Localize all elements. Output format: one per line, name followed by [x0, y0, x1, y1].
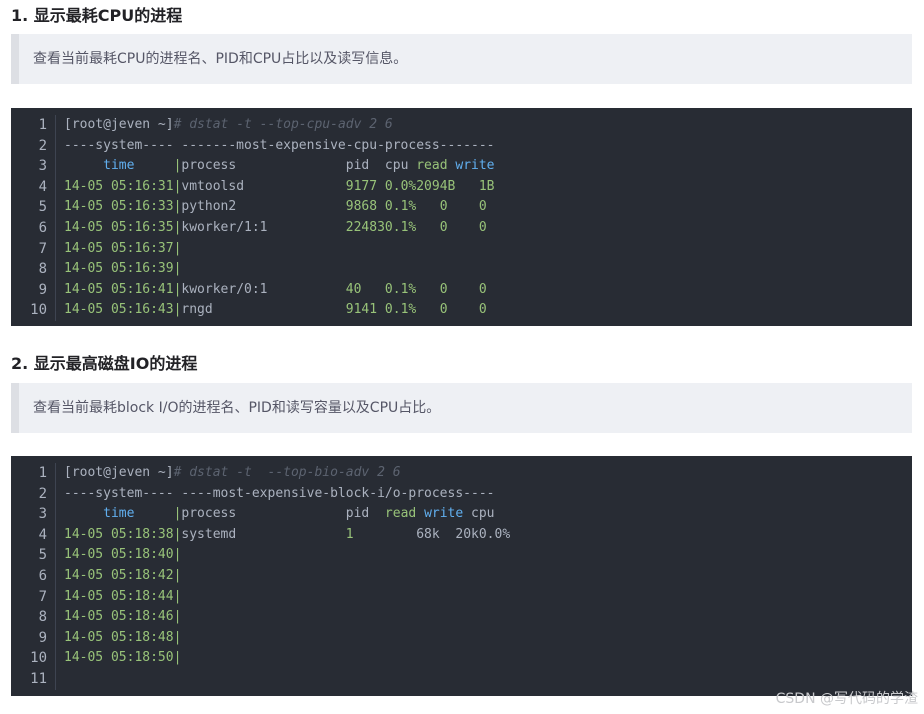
code-line: 5 14-05 05:16:33 | python2 9868 0.1% 0 0	[11, 197, 912, 218]
cell-pid: 9868	[345, 199, 385, 215]
line-number: 5	[38, 199, 47, 216]
section1-description: 查看当前最耗CPU的进程名、PID和CPU占比以及读写信息。	[11, 34, 912, 84]
line-number: 2	[38, 485, 47, 502]
line-number: 8	[38, 609, 47, 626]
cell-process: vmtoolsd	[181, 178, 346, 194]
cell-cpu: 0.0%	[384, 178, 417, 194]
code-line: 7 14-05 05:18:44 |	[11, 586, 912, 608]
code-line: 4 14-05 05:18:38 | systemd 1 68k 20k 0.0%	[11, 524, 912, 546]
line-number: 3	[38, 506, 47, 523]
cell-write: 0	[455, 219, 487, 235]
code-line: 6 14-05 05:16:35 | kworker/1:1 22483 0.1% 0 …	[11, 217, 912, 239]
watermark: CSDN @写代码的学渣	[775, 691, 918, 707]
code-line: 6 14-05 05:18:42 |	[11, 565, 912, 587]
code-line: 11	[11, 668, 912, 690]
cell-time: 14-05 05:18:44	[64, 588, 174, 604]
code-line: 8 14-05 05:16:39 |	[11, 259, 912, 280]
cell-time: 14-05 05:18:42	[64, 567, 174, 583]
cell-write: 0	[455, 281, 487, 297]
cell-read: 0	[416, 199, 456, 215]
line-number: 5	[38, 547, 47, 564]
cell-pid: 40	[345, 281, 385, 297]
line-number: 7	[38, 588, 47, 605]
cell-time: 14-05 05:16:43	[64, 302, 174, 318]
code-line: 3 time | process pid cpu read write	[11, 156, 912, 177]
line-number: 6	[38, 219, 47, 236]
cell-time: 14-05 05:16:39	[64, 261, 174, 277]
cell-cpu: 0.1%	[384, 302, 417, 318]
line-number: 1	[38, 117, 47, 133]
cell-cpu: 0.1%	[384, 199, 417, 215]
cell-process: kworker/0:1	[181, 281, 346, 297]
line-number: 10	[30, 302, 47, 319]
cell-write: 0	[455, 199, 487, 215]
line-number: 8	[38, 261, 47, 278]
code-line: 1 [root@jeven ~] # dstat -t --top-cpu-adv…	[11, 115, 912, 136]
line-number: 3	[38, 158, 47, 175]
line-number: 4	[38, 178, 47, 195]
cell-process: kworker/1:1	[181, 219, 346, 235]
cell-pid: 9177	[345, 178, 385, 194]
cell-write: 1B	[455, 178, 495, 194]
line-number: 2	[38, 137, 47, 154]
cell-time: 14-05 05:18:50	[64, 650, 174, 666]
cell-time: 14-05 05:18:48	[64, 629, 174, 645]
line-number: 4	[38, 526, 47, 543]
cell-time: 14-05 05:18:46	[64, 609, 174, 625]
cell-read: 68k	[384, 526, 440, 542]
cell-write: 0	[455, 302, 487, 318]
cell-process: systemd	[181, 526, 346, 542]
cell-time: 14-05 05:18:40	[64, 547, 174, 563]
cell-pid: 1	[345, 526, 385, 542]
code-line: 2 ----system---- ----most-expensive-bloc…	[11, 483, 912, 505]
cell-cpu: 0.1%	[384, 219, 417, 235]
code-line: 5 14-05 05:18:40 |	[11, 545, 912, 566]
cell-time: 14-05 05:16:37	[64, 240, 174, 256]
cell-write: 20k	[439, 526, 479, 542]
line-number: 7	[38, 240, 47, 257]
code-block-cpu[interactable]: 1 [root@jeven ~] # dstat -t --top-cpu-adv…	[11, 108, 912, 326]
cell-process: python2	[181, 199, 346, 215]
section1-heading: 1. 显示最耗CPU的进程	[11, 6, 183, 25]
line-number: 9	[38, 629, 47, 646]
section2-description: 查看当前最耗block I/O的进程名、PID和读写容量以及CPU占比。	[11, 383, 912, 433]
code-line: 3 time | process pid read write cpu	[11, 504, 912, 525]
code-line: 9 14-05 05:18:48 |	[11, 627, 912, 649]
cell-read: 0	[416, 302, 456, 318]
code-line: 4 14-05 05:16:31 | vmtoolsd 9177 0.0% 2094B …	[11, 176, 912, 198]
cell-time: 14-05 05:18:38	[64, 526, 174, 542]
code-line: 7 14-05 05:16:37 |	[11, 238, 912, 260]
cell-read: 0	[416, 219, 456, 235]
cell-cpu: 0.1%	[384, 281, 417, 297]
code-line: 10 14-05 05:16:43 | rngd 9141 0.1% 0 0	[11, 300, 912, 321]
line-number: 10	[30, 650, 47, 667]
line-number: 1	[38, 465, 47, 481]
cell-time: 14-05 05:16:31	[64, 178, 174, 194]
line-number: 6	[38, 567, 47, 584]
cell-pid: 9141	[345, 302, 385, 318]
code-line: 9 14-05 05:16:41 | kworker/0:1 40 0.1% 0 0	[11, 279, 912, 301]
cell-read: 2094B	[416, 178, 456, 194]
cell-cpu: 0.0%	[478, 526, 511, 542]
code-line: 1 [root@jeven ~] # dstat -t --top-bio-adv…	[11, 463, 912, 484]
cell-process: rngd	[181, 302, 346, 318]
cell-time: 14-05 05:16:33	[64, 199, 174, 215]
code-line: 2 ----system---- -------most-expensive-c…	[11, 135, 912, 157]
cell-read: 0	[416, 281, 456, 297]
line-number: 11	[30, 670, 47, 687]
code-line: 10 14-05 05:18:50 |	[11, 648, 912, 669]
section2-heading: 2. 显示最高磁盘IO的进程	[11, 354, 198, 373]
cell-pid: 22483	[345, 219, 385, 235]
line-number: 9	[38, 281, 47, 298]
cell-time: 14-05 05:16:41	[64, 281, 174, 297]
code-block-bio[interactable]: 1 [root@jeven ~] # dstat -t --top-bio-adv…	[11, 456, 912, 696]
cell-time: 14-05 05:16:35	[64, 219, 174, 235]
code-line: 8 14-05 05:18:46 |	[11, 607, 912, 628]
